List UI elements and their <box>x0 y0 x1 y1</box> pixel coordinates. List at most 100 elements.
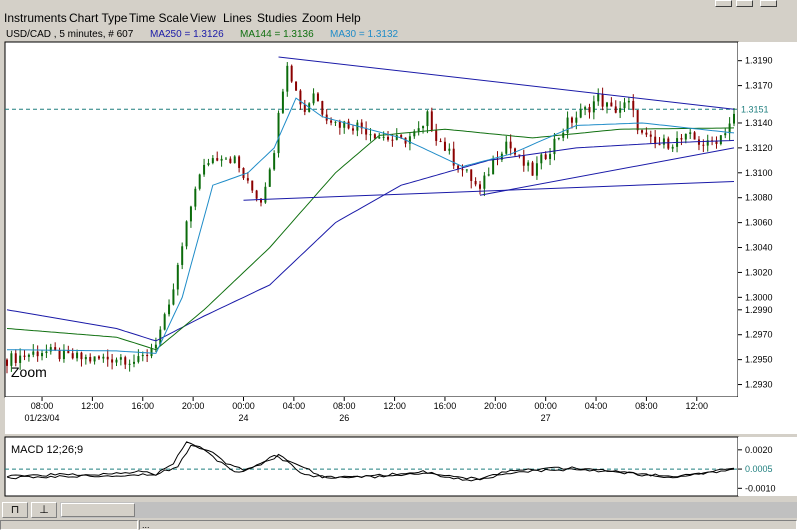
candle-body <box>45 351 48 354</box>
price-axis-label: 1.3100 <box>745 168 773 178</box>
candle-body <box>84 357 87 360</box>
candle-body <box>614 106 617 113</box>
candle-body <box>505 141 508 154</box>
candle-body <box>316 93 319 102</box>
candle-body <box>6 359 8 366</box>
candle-body <box>627 100 630 103</box>
candle-body <box>671 146 674 149</box>
candle-body <box>733 113 735 124</box>
candle-body <box>89 357 92 362</box>
status-panel-1 <box>0 520 138 530</box>
candle-body <box>36 351 39 357</box>
candle-body <box>133 361 136 364</box>
time-axis-label: 04:00 <box>585 401 608 411</box>
price-axis-label: 1.3080 <box>745 193 773 203</box>
candle-body <box>207 163 210 165</box>
candle-body <box>224 158 227 160</box>
candle-body <box>19 355 22 363</box>
horizontal-scrollbar[interactable] <box>60 502 797 518</box>
candle-body <box>435 130 438 141</box>
candle-body <box>321 101 324 115</box>
time-axis-label: 12:00 <box>383 401 406 411</box>
candle-body <box>137 356 140 362</box>
candle-body <box>49 347 52 352</box>
status-panel-2: ... <box>139 520 797 530</box>
candle-body <box>592 101 595 113</box>
candle-body <box>351 128 354 131</box>
candle-body <box>487 174 490 176</box>
candle-body <box>702 144 705 146</box>
candle-body <box>168 304 171 315</box>
candle-body <box>632 100 635 111</box>
candle-body <box>619 108 622 113</box>
candle-body <box>181 246 184 265</box>
scroll-left-button[interactable]: ⊓ <box>2 502 28 518</box>
candle-body <box>238 156 241 168</box>
candle-body <box>549 154 552 160</box>
candle-body <box>667 138 670 149</box>
candle-body <box>645 132 648 135</box>
candle-body <box>395 135 398 140</box>
candle-body <box>553 138 556 155</box>
candle-body <box>719 135 722 145</box>
date-axis-label: 26 <box>339 413 349 423</box>
time-axis-label: 20:00 <box>182 401 205 411</box>
candle-body <box>483 175 486 189</box>
candle-body <box>189 206 192 222</box>
candle-body <box>474 180 477 185</box>
candle-body <box>527 162 530 166</box>
candle-body <box>295 81 298 91</box>
candle-body <box>128 363 131 365</box>
candle-body <box>277 112 280 154</box>
macd-pane <box>4 436 739 497</box>
candle-body <box>163 314 166 330</box>
candle-body <box>203 164 206 175</box>
candle-body <box>470 169 473 181</box>
candle-body <box>557 137 560 139</box>
time-axis-label: 08:00 <box>31 401 54 411</box>
candle-body <box>229 158 232 164</box>
candle-body <box>658 144 661 146</box>
candle-body <box>575 117 578 123</box>
scrollbar-thumb[interactable] <box>61 503 135 517</box>
candle-body <box>461 169 464 171</box>
candle-body <box>312 93 315 104</box>
date-axis-label: 27 <box>541 413 551 423</box>
macd-axis-label: 0.0020 <box>745 445 773 455</box>
scroll-right-button[interactable]: ⊥ <box>31 502 57 518</box>
candle-body <box>93 356 96 362</box>
time-axis-label: 00:00 <box>232 401 255 411</box>
candle-body <box>194 188 197 207</box>
candle-body <box>566 117 569 133</box>
candle-body <box>443 141 446 151</box>
price-axis-label: 1.2930 <box>745 380 773 390</box>
candle-body <box>54 347 57 351</box>
candle-body <box>23 355 26 357</box>
candle-body <box>273 153 276 170</box>
candle-body <box>347 121 350 129</box>
candle-body <box>605 102 608 107</box>
date-axis-label: 24 <box>238 413 248 423</box>
chart-area[interactable]: 1.31901.31701.31501.31401.31201.31001.30… <box>0 0 797 502</box>
candle-body <box>535 163 538 176</box>
candle-body <box>281 91 284 113</box>
candle-body <box>32 351 35 355</box>
candle-body <box>387 136 390 140</box>
candle-body <box>610 102 613 107</box>
candle-body <box>211 158 214 164</box>
time-axis-label: 04:00 <box>283 401 306 411</box>
macd-axis-label: -0.0010 <box>745 483 776 493</box>
time-axis-label: 00:00 <box>534 401 557 411</box>
status-bar: ⊓ ⊥ ... <box>0 502 797 530</box>
candle-body <box>80 352 83 360</box>
candle-body <box>58 350 61 360</box>
candle-body <box>246 178 249 181</box>
candle-body <box>27 354 30 357</box>
candle-body <box>492 158 495 175</box>
candle-body <box>76 352 79 359</box>
macd-axis-label: 0.0005 <box>745 464 773 474</box>
candle-body <box>111 359 114 363</box>
candle-body <box>216 158 219 161</box>
candle-body <box>430 111 433 131</box>
candle-body <box>439 140 442 142</box>
